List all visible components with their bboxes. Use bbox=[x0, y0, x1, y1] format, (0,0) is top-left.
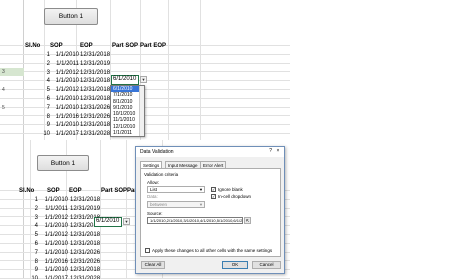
cell-eop[interactable]: 12/31/2026 bbox=[70, 258, 100, 266]
cell-eop[interactable]: 12/31/2018 bbox=[80, 69, 110, 77]
cell-eop[interactable]: 12/31/2026 bbox=[80, 104, 110, 112]
cell-sop[interactable]: 1/1/2017 bbox=[42, 130, 79, 138]
cell-sop[interactable]: 1/1/2012 bbox=[42, 69, 79, 77]
table-row: 9 1/1/2010 12/31/2018 bbox=[0, 121, 290, 130]
chevron-down-icon[interactable]: ▼ bbox=[140, 76, 147, 83]
cell-eop[interactable]: 12/31/2026 bbox=[80, 113, 110, 121]
source-input[interactable]: 1/1/2010,2/1/2010,3/1/2010,4/1/2010,5/1/… bbox=[147, 217, 243, 224]
cell-sop[interactable]: 1/1/2011 bbox=[42, 60, 79, 68]
ignore-blank-label: Ignore blank bbox=[218, 187, 243, 192]
incell-dropdown-checkbox[interactable]: ✓ bbox=[211, 194, 216, 199]
header-part-sop: Part SOP bbox=[112, 43, 139, 49]
table-row: 101/1/201712/31/2028 bbox=[0, 130, 290, 139]
data-value: between bbox=[150, 202, 168, 207]
header-sl-no: Sl.No bbox=[19, 188, 35, 194]
cell-sop[interactable]: 1/1/2010 bbox=[42, 95, 79, 103]
table-row: 2 1/1/2011 12/31/2019 bbox=[0, 60, 290, 69]
active-cell-part-sop[interactable]: 6/1/2010 bbox=[111, 75, 139, 85]
ignore-blank-checkbox[interactable]: ✓ bbox=[211, 187, 216, 192]
cell-sop[interactable]: 1/1/2010 bbox=[34, 266, 68, 274]
cell-sop[interactable]: 1/1/2012 bbox=[42, 86, 79, 94]
close-icon[interactable]: × bbox=[274, 148, 282, 155]
help-icon[interactable]: ? bbox=[269, 148, 272, 154]
cell-eop[interactable]: 12/31/2028 bbox=[70, 275, 100, 279]
dropdown-scrollbar[interactable] bbox=[139, 86, 144, 136]
cell-sop[interactable]: 1/1/2012 bbox=[34, 231, 68, 239]
allow-label: Allow: bbox=[147, 180, 160, 185]
allow-value: List bbox=[150, 187, 158, 192]
cell-eop[interactable]: 12/31/2018 bbox=[80, 95, 110, 103]
table-row: 8 1/1/2016 12/31/2026 bbox=[0, 113, 290, 122]
cell-sop[interactable]: 1/1/2010 bbox=[42, 51, 79, 59]
allow-select[interactable]: List ▼ bbox=[147, 186, 205, 193]
spreadsheet-top: Button 1 345 Sl.No SOP EOP Part SOP Part EOP… bbox=[0, 0, 290, 140]
cell-eop[interactable]: 12/31/2018 bbox=[80, 121, 110, 129]
cell-sop[interactable]: 1/1/2010 bbox=[34, 196, 68, 204]
cell-eop[interactable]: 12/31/2018 bbox=[70, 196, 100, 204]
clear-all-button[interactable]: Clear All bbox=[141, 261, 165, 269]
header-part-sop: Part SOP bbox=[101, 188, 128, 194]
cancel-button[interactable]: Cancel bbox=[252, 261, 281, 269]
cell-sop[interactable]: 1/1/2010 bbox=[34, 249, 68, 257]
data-label: Data: bbox=[147, 194, 158, 199]
header-sop: SOP bbox=[50, 43, 63, 49]
cell-eop[interactable]: 12/31/2028 bbox=[80, 130, 110, 138]
header-eop: EOP bbox=[69, 188, 82, 194]
table-row: 5 1/1/2012 12/31/2018 bbox=[0, 86, 290, 95]
header-eop: EOP bbox=[80, 43, 93, 49]
range-picker-icon[interactable]: ⇱ bbox=[244, 217, 251, 224]
cell-eop[interactable]: 12/31/2018 bbox=[70, 240, 100, 248]
cell-eop[interactable]: 12/31/2019 bbox=[80, 60, 110, 68]
cell-eop[interactable]: 12/31/2018 bbox=[80, 86, 110, 94]
cell-sop[interactable]: 1/1/2016 bbox=[42, 113, 79, 121]
cell-sop[interactable]: 1/1/2010 bbox=[34, 222, 68, 230]
header-sl-no: Sl.No bbox=[25, 43, 41, 49]
chevron-down-icon[interactable]: ▼ bbox=[123, 218, 130, 225]
dialog-title: Data Validation bbox=[136, 147, 284, 157]
data-validation-dialog: Data Validation ? × Settings Input Messa… bbox=[135, 146, 285, 274]
button-1[interactable]: Button 1 bbox=[37, 155, 89, 171]
cell-sop[interactable]: 1/1/2012 bbox=[34, 214, 68, 222]
validation-dropdown-list[interactable]: 6/1/2010 7/1/2010 8/1/2010 9/1/2010 10/1/201… bbox=[110, 85, 145, 137]
header-sop: SOP bbox=[47, 188, 60, 194]
cell-sop[interactable]: 1/1/2010 bbox=[42, 77, 79, 85]
cell-sop[interactable]: 1/1/2010 bbox=[34, 240, 68, 248]
ok-button[interactable]: OK bbox=[222, 261, 248, 269]
apply-all-label: Apply these changes to all other cells w… bbox=[152, 248, 273, 253]
cell-sop[interactable]: 1/1/2011 bbox=[34, 205, 68, 213]
cell-sop[interactable]: 1/1/2017 bbox=[34, 275, 68, 279]
chevron-down-icon: ▼ bbox=[199, 187, 203, 192]
active-cell-part-sop[interactable]: 6/1/2010 bbox=[94, 217, 122, 227]
cell-sop[interactable]: 1/1/2010 bbox=[42, 121, 79, 129]
apply-all-checkbox[interactable] bbox=[145, 248, 150, 253]
table-row: 101/1/201712/31/2028 bbox=[0, 275, 290, 279]
cell-eop[interactable]: 12/31/2018 bbox=[80, 77, 110, 85]
cell-eop[interactable]: 12/31/2018 bbox=[70, 231, 100, 239]
cell-eop[interactable]: 12/31/2019 bbox=[70, 205, 100, 213]
chevron-down-icon: ▼ bbox=[199, 202, 203, 207]
source-label: Source: bbox=[147, 211, 163, 216]
table-row: 6 1/1/2010 12/31/2018 bbox=[0, 95, 290, 104]
incell-dropdown-label: In-cell dropdown bbox=[218, 194, 252, 199]
table-row: 7 1/1/2010 12/31/2026 bbox=[0, 104, 290, 113]
criteria-label: Validation criteria bbox=[144, 172, 179, 177]
cell-eop[interactable]: 12/31/2026 bbox=[70, 249, 100, 257]
table-row: 1 1/1/2010 12/31/2018 bbox=[0, 51, 290, 60]
cell-sop[interactable]: 1/1/2016 bbox=[34, 258, 68, 266]
cell-eop[interactable]: 12/31/2018 bbox=[80, 51, 110, 59]
button-1[interactable]: Button 1 bbox=[44, 8, 98, 25]
settings-panel: Validation criteria Allow: List ▼ ✓ Igno… bbox=[140, 168, 281, 257]
header-part-eop: Part EOP bbox=[140, 43, 167, 49]
cell-sop[interactable]: 1/1/2010 bbox=[42, 104, 79, 112]
cell-eop[interactable]: 12/31/2018 bbox=[70, 266, 100, 274]
data-select: between ▼ bbox=[147, 201, 205, 208]
